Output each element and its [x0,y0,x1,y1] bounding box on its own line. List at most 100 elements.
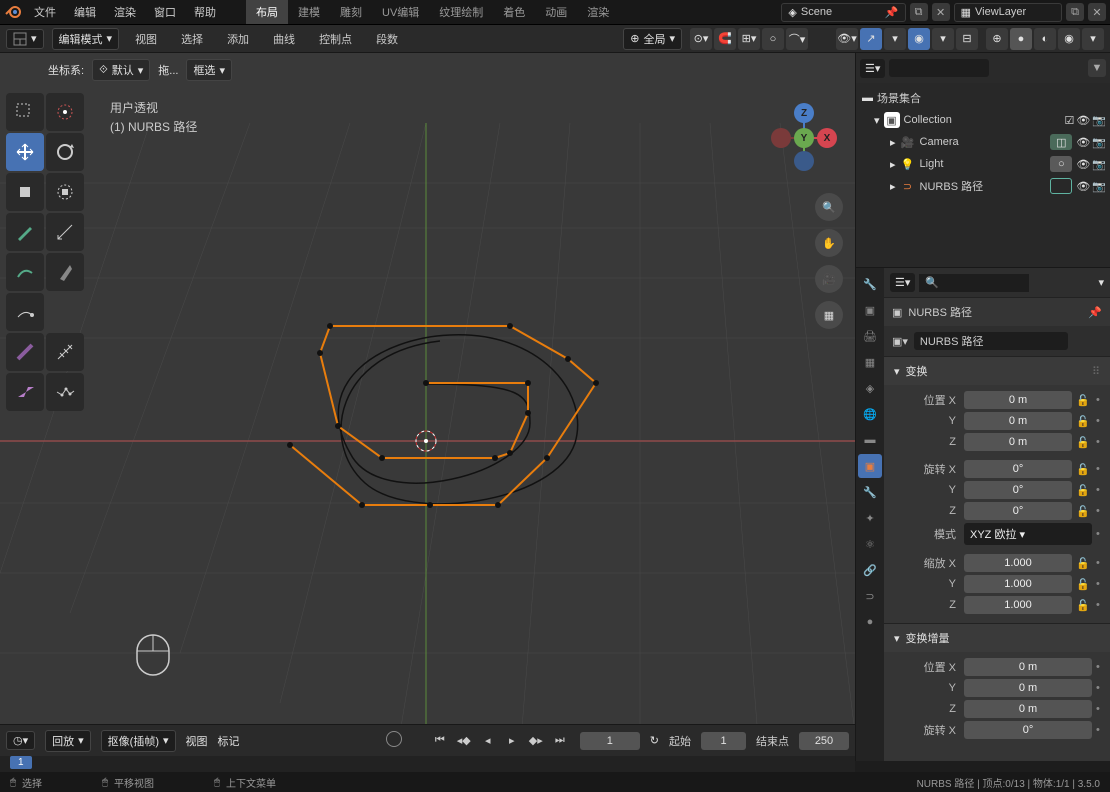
pin-icon[interactable]: 📌 [1088,306,1102,319]
tool-extrude[interactable] [6,293,44,331]
tool-rotate[interactable] [46,133,84,171]
eye-icon[interactable]: 👁 [1076,136,1090,149]
snap-icon[interactable]: 🧲 [714,28,736,50]
eye-icon[interactable]: 👁 [1076,158,1090,171]
camera-icon[interactable]: 📷 [1092,136,1106,149]
current-frame-field[interactable]: 1 [580,732,640,750]
timeline-scrubber[interactable]: 1 [0,756,855,772]
shading-rendered-icon[interactable]: ◉ [1058,28,1080,50]
jump-end-icon[interactable]: ⏭ [550,731,570,751]
orientation-dropdown[interactable]: ⊕ 全局▾ [623,28,682,50]
camera-icon[interactable]: 📷 [1092,158,1106,171]
lock-icon[interactable]: 🔓 [1076,394,1092,407]
rot-z-field[interactable]: 0° [964,502,1072,520]
ptab-modifier[interactable]: 🔧 [858,480,882,504]
scale-x-field[interactable]: 1.000 [964,554,1072,572]
drot-x-field[interactable]: 0° [964,721,1092,739]
ptab-collection[interactable]: ▬ [858,428,882,452]
checkbox-icon[interactable]: ☑ [1064,114,1074,127]
outliner-item-light[interactable]: ▸ 💡 Light ○ 👁📷 [856,153,1110,175]
end-frame-field[interactable]: 250 [799,732,849,750]
tool-transform[interactable] [46,173,84,211]
rot-y-field[interactable]: 0° [964,481,1072,499]
object-name-input[interactable] [914,332,1068,350]
section-delta-header[interactable]: ▾ 变换增量 [884,624,1110,652]
timeline-keying-dropdown[interactable]: 抠像(插帧)▾ [101,730,176,752]
scene-input[interactable] [801,6,881,18]
tool-select-box[interactable] [6,93,44,131]
pos-x-field[interactable]: 0 m [964,391,1072,409]
tab-texpaint[interactable]: 纹理绘制 [429,0,493,24]
tab-layout[interactable]: 布局 [246,0,288,24]
tab-animation[interactable]: 动画 [535,0,577,24]
lock-icon[interactable]: 🔓 [1076,415,1092,428]
ptab-tool[interactable]: 🔧 [858,272,882,296]
pos-y-field[interactable]: 0 m [964,412,1072,430]
shading-solid-icon[interactable]: ● [1010,28,1032,50]
timeline-playback-dropdown[interactable]: 回放▾ [45,730,91,752]
keyframe-next-icon[interactable]: ◆▸ [526,731,546,751]
ptab-render[interactable]: ▣ [858,298,882,322]
ptab-particle[interactable]: ✦ [858,506,882,530]
drag-icon[interactable]: ⠿ [1092,365,1100,378]
new-viewlayer-icon[interactable]: ⧉ [1066,3,1084,21]
overlay-toggle-icon[interactable]: ◉ [908,28,930,50]
shading-material-icon[interactable]: ◐ [1034,28,1056,50]
outliner-type-dropdown[interactable]: ☰▾ [860,59,885,78]
tab-modeling[interactable]: 建模 [288,0,330,24]
scene-field[interactable]: ◈ 📌 [781,3,905,22]
start-frame-field[interactable]: 1 [701,732,746,750]
outliner-collection[interactable]: ▾ ▣ Collection ☑👁📷 [856,109,1110,131]
tab-sculpt[interactable]: 雕刻 [330,0,372,24]
delete-scene-icon[interactable]: ✕ [932,3,950,21]
menu-help[interactable]: 帮助 [186,0,224,24]
eye-icon[interactable]: 👁 [1076,114,1090,127]
tool-tilt[interactable] [46,333,84,371]
jump-start-icon[interactable]: ⏮ [430,731,450,751]
zoom-icon[interactable]: 🔍 [815,193,843,221]
shading-wire-icon[interactable]: ⊕ [986,28,1008,50]
chevron-right-icon[interactable]: ▸ [890,180,896,193]
dpos-z-field[interactable]: 0 m [964,700,1092,718]
camera-icon[interactable]: 📷 [1092,180,1106,193]
outliner-item-camera[interactable]: ▸ 🎥 Camera ◫ 👁📷 [856,131,1110,153]
editor-type-dropdown[interactable]: ▾ [6,29,44,49]
playhead[interactable]: 1 [10,756,32,769]
chevron-right-icon[interactable]: ▸ [890,136,896,149]
outliner-root[interactable]: ▬ 场景集合 [856,87,1110,109]
visibility-icon[interactable]: 👁▾ [836,28,858,50]
chevron-right-icon[interactable]: ▸ [890,158,896,171]
tab-shading[interactable]: 着色 [493,0,535,24]
prop-options-icon[interactable]: ▾ [1098,276,1104,289]
outliner-item-nurbs[interactable]: ▸ ⊃ NURBS 路径 👁📷 [856,175,1110,197]
camera-view-icon[interactable]: 🎥 [815,265,843,293]
menu-render[interactable]: 渲染 [106,0,144,24]
toolbar-segment[interactable]: 段数 [368,28,406,50]
tool-cursor[interactable] [46,93,84,131]
tool-randomize[interactable] [46,373,84,411]
prop-type-dropdown[interactable]: ☰▾ [890,273,915,292]
ptab-material[interactable]: ● [858,610,882,634]
outliner-filter-icon[interactable]: ▼ [1088,59,1106,77]
xray-icon[interactable]: ⊟ [956,28,978,50]
dpos-x-field[interactable]: 0 m [964,658,1092,676]
perspective-icon[interactable]: ▦ [815,301,843,329]
mode-dropdown[interactable]: 编辑模式▾ [52,28,120,50]
camera-icon[interactable]: 📷 [1092,114,1106,127]
propedit-icon[interactable]: ○ [762,28,784,50]
rotation-mode-dropdown[interactable]: XYZ 欧拉 ▾ [964,523,1092,545]
tool-move[interactable] [6,133,44,171]
menu-file[interactable]: 文件 [26,0,64,24]
new-scene-icon[interactable]: ⧉ [910,3,928,21]
lock-icon[interactable]: 🔓 [1076,436,1092,449]
ptab-scene[interactable]: ◈ [858,376,882,400]
rot-x-field[interactable]: 0° [964,460,1072,478]
lock-icon[interactable]: 🔓 [1076,557,1092,570]
viewlayer-input[interactable] [975,6,1055,18]
timeline-type-dropdown[interactable]: ◷▾ [6,731,35,750]
shading-opts-icon[interactable]: ▾ [1082,28,1104,50]
snap-target-icon[interactable]: ⊞▾ [738,28,760,50]
timeline-view[interactable]: 视图 [186,733,208,749]
tool-draw[interactable] [6,253,44,291]
tool-pen[interactable] [46,253,84,291]
